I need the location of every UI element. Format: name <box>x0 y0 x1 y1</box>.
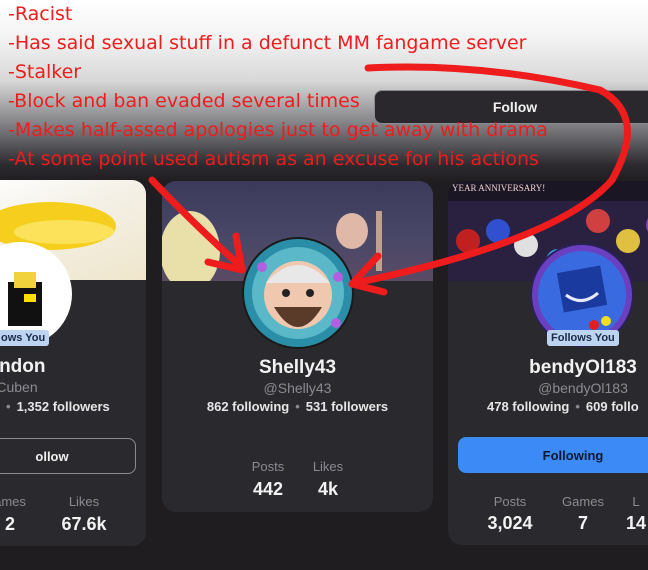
arrow-right-head <box>348 252 388 296</box>
annotation-arrows <box>148 63 631 296</box>
arrow-right <box>356 63 631 286</box>
arrow-left <box>148 176 242 268</box>
